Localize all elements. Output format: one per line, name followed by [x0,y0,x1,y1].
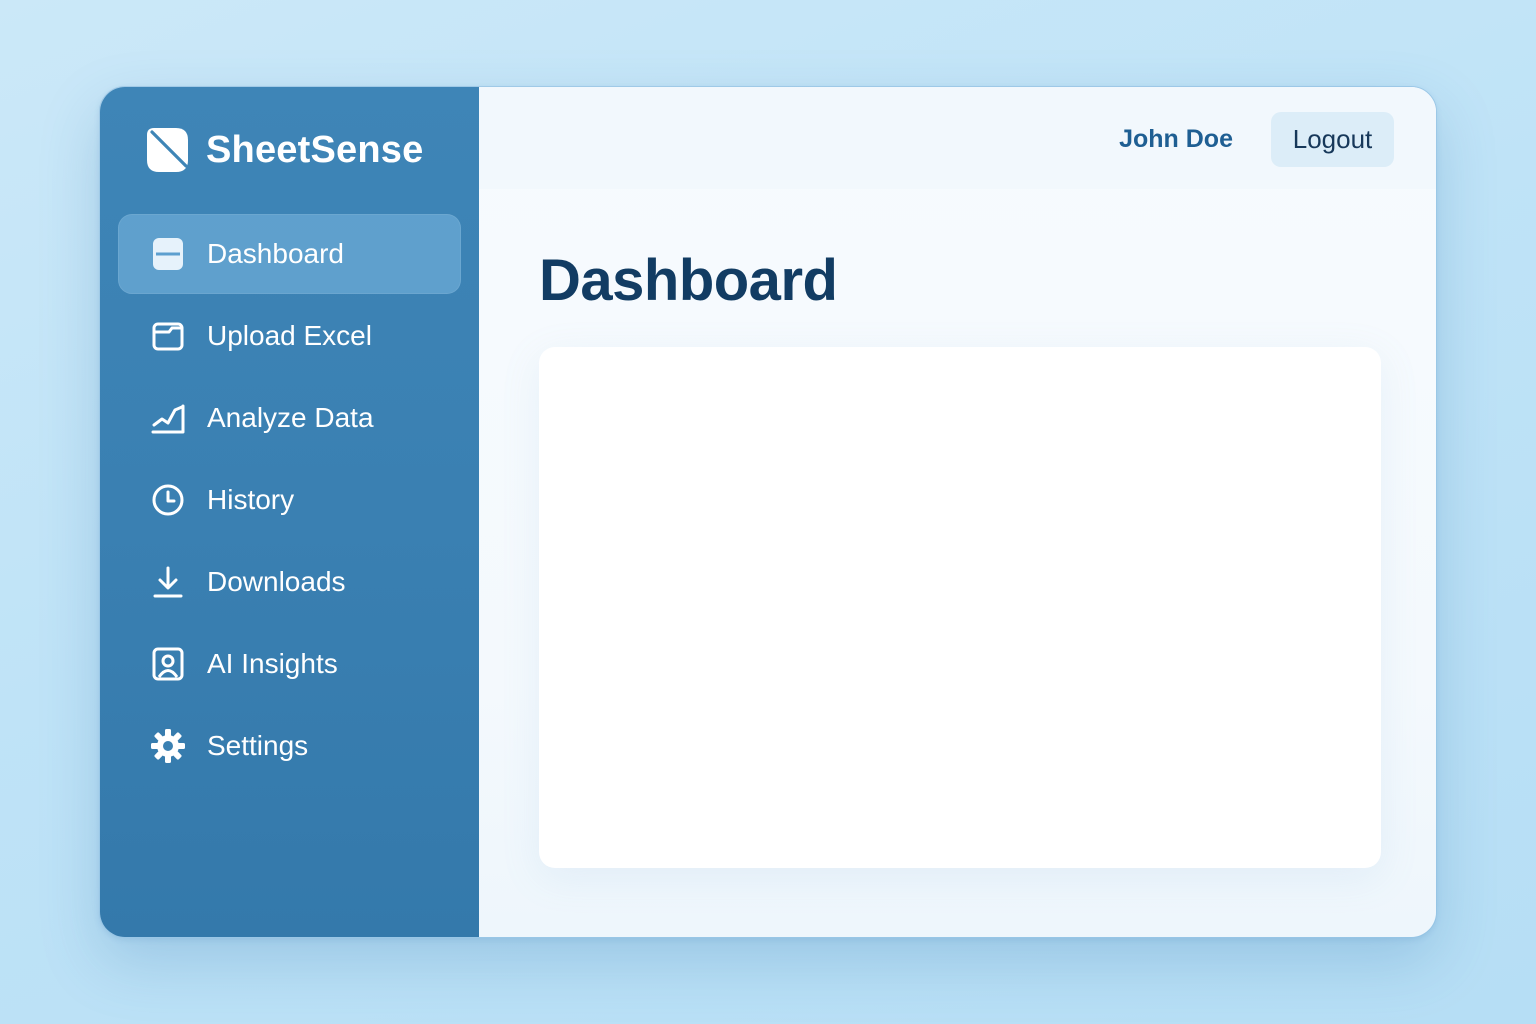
sidebar-item-upload-excel[interactable]: Upload Excel [118,296,461,376]
brand-name: SheetSense [206,128,424,171]
logout-button[interactable]: Logout [1271,112,1394,167]
sidebar-item-label: AI Insights [207,648,338,679]
download-icon [150,564,186,600]
user-name[interactable]: John Doe [1119,125,1233,154]
gear-icon [150,728,186,764]
chart-line-icon [150,400,186,436]
leaf-logo-icon [147,128,188,172]
sidebar: SheetSense Dashboard Upload Excel Analyz… [100,87,479,937]
page-title: Dashboard [539,248,838,313]
dashboard-content-card [539,347,1381,868]
app-window: SheetSense Dashboard Upload Excel Analyz… [99,86,1437,938]
sidebar-item-history[interactable]: History [118,460,461,540]
folder-icon [150,318,186,354]
sidebar-item-settings[interactable]: Settings [118,706,461,786]
sidebar-item-label: Settings [207,730,309,761]
sidebar-item-label: Analyze Data [207,402,374,433]
profile-frame-icon [150,646,186,682]
main-content: John Doe Logout Dashboard [479,87,1436,937]
brand[interactable]: SheetSense [146,125,423,175]
clock-icon [150,482,186,518]
dashboard-icon [150,236,186,272]
top-bar: John Doe Logout [479,87,1436,189]
sidebar-item-label: History [207,484,295,515]
sidebar-nav: Dashboard Upload Excel Analyze Data Hist… [118,214,461,788]
sidebar-item-label: Downloads [207,566,346,597]
sidebar-item-dashboard[interactable]: Dashboard [118,214,461,294]
sidebar-item-analyze-data[interactable]: Analyze Data [118,378,461,458]
sidebar-item-label: Upload Excel [207,320,372,351]
sidebar-item-ai-insights[interactable]: AI Insights [118,624,461,704]
sidebar-item-label: Dashboard [207,238,344,269]
sidebar-item-downloads[interactable]: Downloads [118,542,461,622]
